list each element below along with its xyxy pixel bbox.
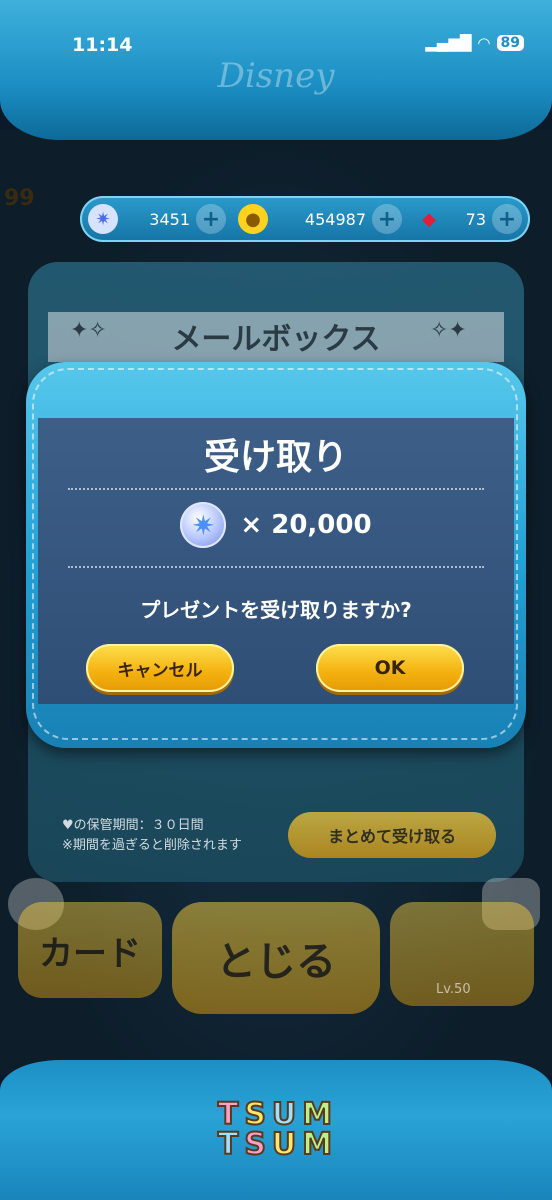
bulk-receive-button[interactable]: まとめて受け取る <box>288 812 496 858</box>
logo-letter: U <box>271 1127 299 1162</box>
retention-note: ♥の保管期間：３０日間 ※期間を過ぎると削除されます <box>62 816 242 856</box>
logo-line-2: TSUM <box>0 1127 552 1162</box>
dialog-question: プレゼントを受け取りますか? <box>140 598 412 622</box>
sparkle-icon: ✧✦ <box>430 318 467 343</box>
logo-letter: M <box>301 1127 335 1162</box>
dialog-divider <box>68 566 484 568</box>
gem-icon: ✷ <box>88 204 118 234</box>
currency-bar: ✷ 3451 + ● 454987 + ◆ 73 + <box>80 196 530 242</box>
dialog-divider <box>68 488 484 490</box>
reward-amount: × 20,000 <box>240 510 372 540</box>
add-gems-button[interactable]: + <box>196 204 226 234</box>
reward-row: ✷ × 20,000 <box>38 502 514 548</box>
coin-icon: ● <box>238 204 268 234</box>
retention-line-2: ※期間を過ぎると削除されます <box>62 838 242 853</box>
add-coins-button[interactable]: + <box>372 204 402 234</box>
wifi-icon: ◠ <box>477 34 491 52</box>
gem-icon: ✷ <box>180 502 227 548</box>
gem-count: 3451 <box>149 209 190 229</box>
logo-letter: T <box>217 1097 241 1132</box>
retention-line-1: ♥の保管期間：３０日間 <box>62 818 204 833</box>
logo-letter: U <box>271 1097 299 1132</box>
card-button[interactable]: カード <box>18 902 162 998</box>
cancel-button[interactable]: キャンセル <box>86 644 234 692</box>
close-button[interactable]: とじる <box>172 902 380 1014</box>
ok-button[interactable]: OK <box>316 644 464 692</box>
ruby-count: 73 <box>465 209 486 229</box>
battery-indicator: 89 <box>496 35 524 51</box>
ruby-counter: ◆ 73 + <box>406 196 526 242</box>
gem-counter: ✷ 3451 + <box>80 196 230 242</box>
coin-counter: ● 454987 + <box>230 196 406 242</box>
character-level: Lv.50 <box>436 982 471 997</box>
status-time: 11:14 <box>72 34 133 56</box>
sparkle-icon: ✦✧ <box>70 318 107 343</box>
brand-logo: Disney <box>217 56 335 96</box>
logo-letter: T <box>217 1127 241 1162</box>
ruby-icon: ◆ <box>422 208 436 230</box>
tsum-tsum-logo: TSUM TSUM <box>0 1097 552 1162</box>
logo-line-1: TSUM <box>0 1097 552 1132</box>
logo-letter: S <box>243 1127 268 1162</box>
level-value: 99 <box>4 186 35 211</box>
status-icons: ▂▄▆█ ◠ 89 <box>425 34 524 52</box>
logo-letter: S <box>243 1097 268 1132</box>
dialog-title: 受け取り <box>203 437 348 478</box>
add-rubies-button[interactable]: + <box>492 204 522 234</box>
logo-letter: M <box>301 1097 335 1132</box>
level-badge: 99 <box>4 186 74 246</box>
signal-icon: ▂▄▆█ <box>425 34 472 52</box>
coin-count: 454987 <box>304 209 366 229</box>
